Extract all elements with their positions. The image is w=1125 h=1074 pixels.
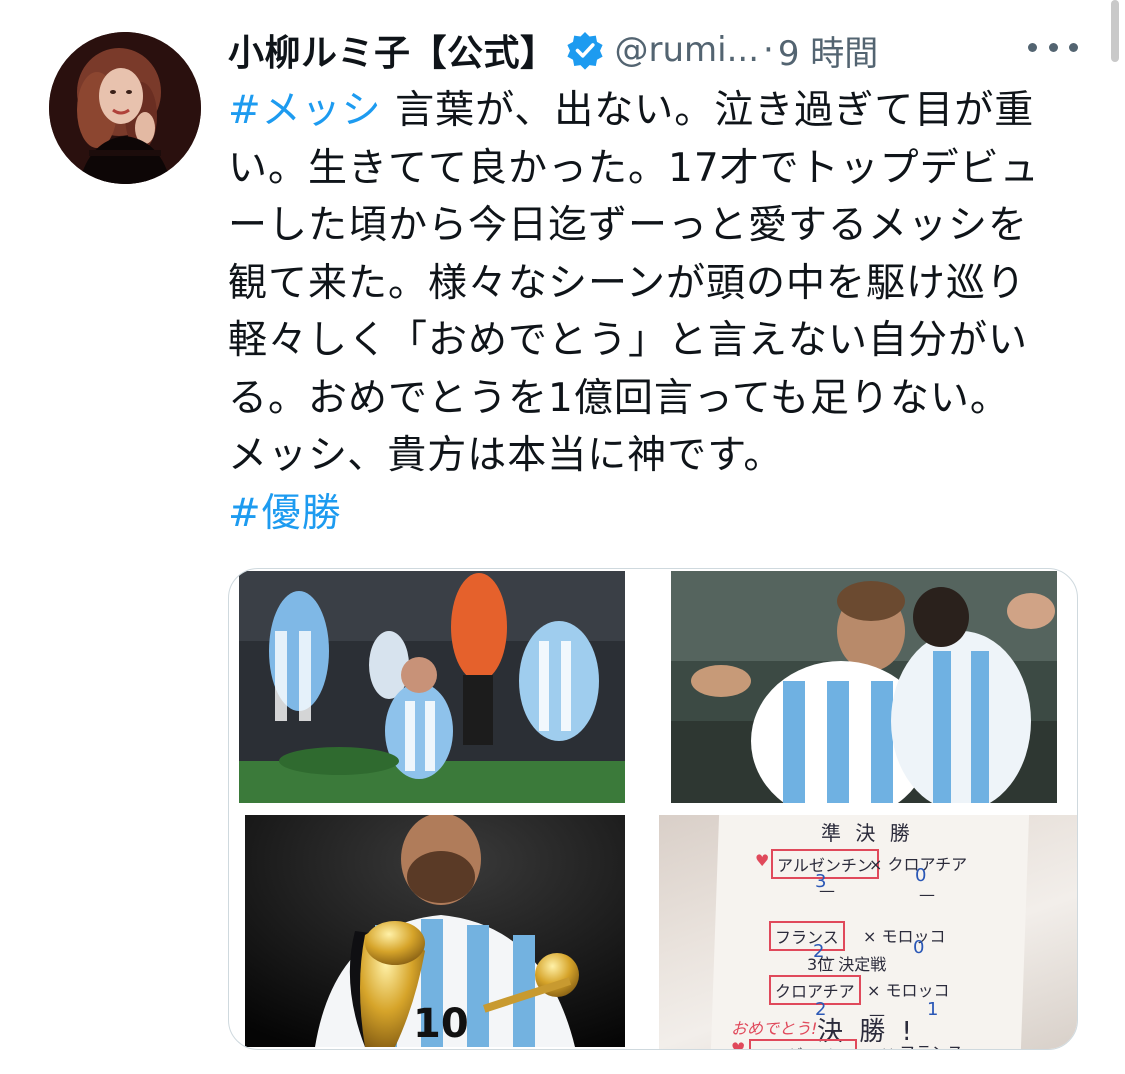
more-dot <box>1069 42 1078 52</box>
tweet-text-line: 軽々しく「おめでとう」と言えない自分がい <box>228 318 1029 363</box>
hw-team-box: アルゼンチン <box>749 1039 857 1049</box>
user-handle[interactable]: @rumi... <box>615 30 760 70</box>
media-photo-1[interactable] <box>239 571 625 803</box>
hashtag-link[interactable]: #優勝 <box>228 485 1088 543</box>
media-photo-3[interactable]: 10 <box>245 815 625 1047</box>
hw-dash: — <box>819 881 835 900</box>
avatar[interactable] <box>49 32 201 184</box>
verified-badge-icon <box>565 30 605 70</box>
hw-opponent: × フランス <box>881 1039 963 1049</box>
tweet-text-segment: 言葉が、出ない。泣き過ぎて目が重 <box>381 88 1035 133</box>
hw-title: 準 決 勝 <box>821 821 914 845</box>
more-dot <box>1048 42 1058 52</box>
hw-team-box: フランス <box>769 921 845 951</box>
tweet-text-line: る。おめでとうを1億回言っても足りない。 <box>228 375 1010 421</box>
hw-score: 0 <box>915 865 927 886</box>
hashtag-link[interactable]: #メッシ <box>228 88 382 133</box>
hw-third-place: 3位 決定戦 <box>807 955 887 974</box>
hw-opponent: × モロッコ <box>867 981 950 1000</box>
heart-icon: ♥ <box>755 851 770 870</box>
timestamp[interactable]: 9 時間 <box>778 26 878 75</box>
svg-text:10: 10 <box>413 1001 469 1047</box>
tweet-header: 小柳ルミ子【公式】 @rumi... · 9 時間 <box>228 22 878 78</box>
tweet-text-line: ーした頃から今日迄ずーっと愛するメッシを <box>228 203 1029 248</box>
tweet-text: #メッシ 言葉が、出ない。泣き過ぎて目が重 い。生きてて良かった。17才でトップ… <box>228 82 1088 542</box>
more-dot <box>1028 42 1037 52</box>
hw-opponent: × モロッコ <box>863 927 946 946</box>
tweet-text-line: 観て来た。様々なシーンが頭の中を駆け巡り <box>228 260 1027 306</box>
hw-dash: — <box>919 885 935 904</box>
separator-dot: · <box>763 30 774 70</box>
media-photo-2[interactable] <box>671 571 1057 803</box>
media-photo-4[interactable]: 準 決 勝 ♥ アルゼンチン × クロアチア 3 — 0 — フランス × モロ… <box>659 815 1077 1049</box>
scrollbar[interactable] <box>1111 0 1119 62</box>
hw-congrats: おめでとう! <box>731 1019 818 1038</box>
profile-photo <box>49 32 201 184</box>
heart-icon: ♥ <box>731 1039 746 1049</box>
tweet-text-line: #メッシ 言葉が、出ない。泣き過ぎて目が重 <box>228 82 1088 140</box>
tweet-text-line: メッシ、貴方は本当に神です。 <box>228 433 784 478</box>
display-name[interactable]: 小柳ルミ子【公式】 <box>228 24 557 76</box>
more-options-icon[interactable] <box>1028 32 1078 62</box>
tweet-text-line: い。生きてて良かった。17才でトップデビュ <box>228 145 1040 191</box>
media-grid: 10 準 決 勝 ♥ アルゼンチン × クロアチア 3 — 0 — フランス ×… <box>228 568 1078 1050</box>
hw-score: 1 <box>927 999 939 1020</box>
hw-score: 0 <box>913 937 925 958</box>
